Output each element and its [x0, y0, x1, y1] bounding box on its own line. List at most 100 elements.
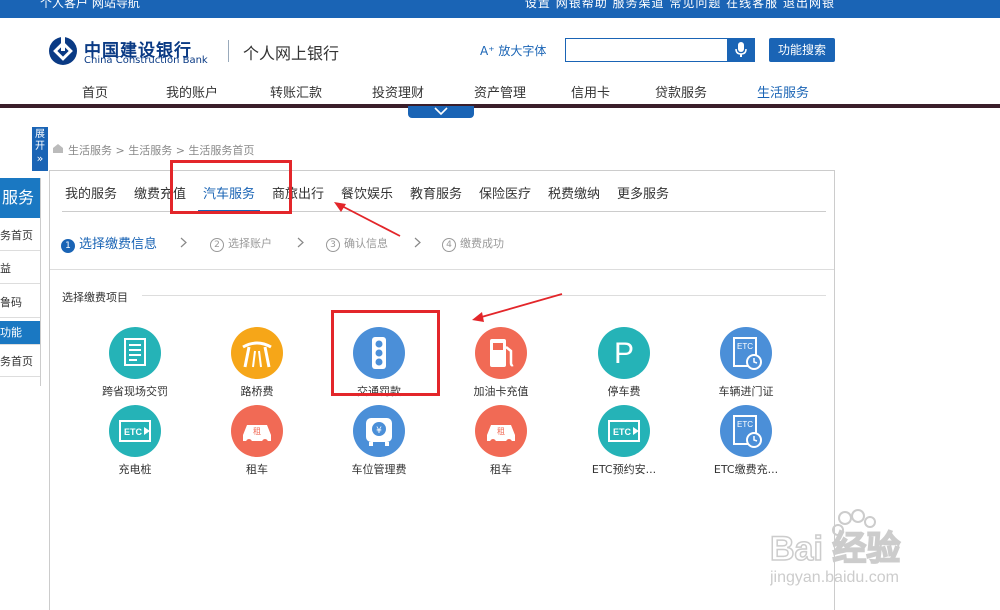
parking-icon: P: [598, 327, 650, 379]
yuan-bus-icon: ¥: [353, 405, 405, 457]
banner-strip: [0, 104, 1000, 108]
step-label: 选择缴费信息: [79, 237, 158, 252]
chevron-down-icon: [434, 107, 448, 116]
top-bar-left-links[interactable]: 个人客户 网站导航: [40, 0, 140, 11]
breadcrumb-text[interactable]: 生活服务 > 生活服务 > 生活服务首页: [68, 142, 254, 158]
logo-divider: [228, 40, 229, 62]
steps-divider: [50, 269, 834, 270]
svg-text:ETC: ETC: [613, 427, 632, 437]
nav-item-credit-card[interactable]: 信用卡: [571, 82, 610, 101]
svg-text:ETC: ETC: [124, 427, 143, 437]
service-road-bridge-fee[interactable]: 路桥费: [207, 327, 307, 405]
sidebar-item-home-2[interactable]: 务首页: [0, 347, 40, 377]
section-label: 选择缴费项目: [62, 291, 128, 304]
baidu-paw-icon: Bai 经验 jingyan.baidu.com: [769, 509, 901, 586]
step-label: 缴费成功: [460, 237, 504, 250]
service-label: ETC预约安...: [591, 463, 657, 476]
highlight-box-car-tab: [170, 160, 292, 214]
enlarge-font-button[interactable]: A⁺ 放大字体: [480, 42, 546, 59]
sidebar-expand-button[interactable]: 展开 »: [32, 127, 48, 171]
svg-text:ETC: ETC: [737, 342, 753, 351]
sidebar-item-home[interactable]: 务首页: [0, 221, 40, 251]
svg-text:租: 租: [253, 427, 261, 436]
etc-clock-icon: ETC: [720, 405, 772, 457]
main-panel: 我的服务 缴费充值 汽车服务 商旅出行 餐饮娱乐 教育服务 保险医疗 税费缴纳 …: [49, 170, 835, 610]
tab-more-services[interactable]: 更多服务: [617, 183, 669, 202]
service-car-rental[interactable]: 租 租车: [207, 405, 307, 483]
svg-text:¥: ¥: [376, 426, 382, 436]
service-label: 车位管理费: [351, 463, 407, 476]
chevron-right-icon: [180, 237, 187, 248]
step-number: 2: [210, 238, 224, 252]
step-4: 4 缴费成功: [442, 235, 504, 252]
service-fuel-card-recharge[interactable]: 加油卡充值: [451, 327, 551, 405]
service-label: ETC缴费充...: [713, 463, 779, 476]
service-parking-space-fee[interactable]: ¥ 车位管理费: [329, 405, 429, 483]
arrow-annotation-1: [334, 202, 401, 237]
step-2: 2 选择账户: [210, 235, 272, 252]
service-parking-fee[interactable]: P 停车费: [574, 327, 674, 405]
etc-card-icon: ETC: [598, 405, 650, 457]
service-label: 租车: [246, 463, 268, 476]
service-vehicle-pass[interactable]: ETC 车辆进门证: [696, 327, 796, 405]
road-bridge-icon: [231, 327, 283, 379]
highlight-box-traffic-fine: [331, 310, 440, 396]
main-nav: 首页 我的账户 转账汇款 投资理财 资产管理 信用卡 贷款服务 生活服务: [0, 82, 1000, 106]
service-label: 加油卡充值: [473, 385, 529, 398]
service-label: 充电桩: [118, 463, 152, 476]
top-bar-right-links[interactable]: 设置 网银帮助 服务渠道 常见问题 在线客服 退出网银: [525, 0, 835, 11]
watermark-logo: Bai 经验: [770, 529, 900, 568]
nav-item-my-account[interactable]: 我的账户: [166, 82, 218, 101]
sidebar-title: 服务: [0, 178, 40, 218]
step-number: 3: [326, 238, 340, 252]
step-label: 选择账户: [228, 237, 272, 250]
watermark-url: jingyan.baidu.com: [770, 569, 899, 586]
nav-item-investment[interactable]: 投资理财: [372, 82, 424, 101]
nav-item-transfer[interactable]: 转账汇款: [270, 82, 322, 101]
service-label: 路桥费: [240, 385, 274, 398]
tab-tax-payment[interactable]: 税费缴纳: [548, 183, 600, 202]
step-1: 1 选择缴费信息: [61, 233, 157, 253]
tab-education[interactable]: 教育服务: [410, 183, 462, 202]
sidebar-item-code[interactable]: 鲁码: [0, 288, 40, 318]
site-name: 个人网上银行: [243, 44, 340, 63]
home-icon: [53, 144, 63, 153]
voice-search-button[interactable]: [727, 38, 755, 62]
nav-item-loan[interactable]: 贷款服务: [655, 82, 707, 101]
nav-item-life-service[interactable]: 生活服务: [757, 82, 809, 101]
sidebar-item-benefit[interactable]: 益: [0, 254, 40, 284]
rental-car-icon: 租: [475, 405, 527, 457]
service-label: 租车: [490, 463, 512, 476]
service-label: 车辆进门证: [718, 385, 774, 398]
service-cross-province-fine[interactable]: 跨省现场交罚: [85, 327, 185, 405]
tab-insurance-medical[interactable]: 保险医疗: [479, 183, 531, 202]
document-icon: [109, 327, 161, 379]
header: 中国建设银行 China Construction Bank 个人网上银行 A⁺…: [0, 18, 1000, 106]
expand-label: 展开: [35, 129, 45, 152]
tab-my-services[interactable]: 我的服务: [65, 183, 117, 202]
service-label: 跨省现场交罚: [102, 385, 168, 398]
service-etc-appointment[interactable]: ETC ETC预约安...: [574, 405, 674, 483]
progress-steps: 1 选择缴费信息 2 选择账户 3 确认信息 4 缴费成功: [50, 227, 834, 257]
sidebar-item-functions[interactable]: 功能: [0, 321, 40, 345]
microphone-icon: [735, 42, 747, 57]
service-charging-pile[interactable]: ETC 充电桩: [85, 405, 185, 483]
function-search-button[interactable]: 功能搜索: [769, 38, 835, 62]
fuel-pump-icon: [475, 327, 527, 379]
service-car-rental-2[interactable]: 租 租车: [451, 405, 551, 483]
collapse-toggle-button[interactable]: [408, 106, 474, 118]
svg-text:租: 租: [497, 427, 505, 436]
svg-text:P: P: [614, 337, 634, 370]
chevron-right-icon: [414, 237, 421, 248]
nav-item-home[interactable]: 首页: [82, 82, 108, 101]
service-tabs: 我的服务 缴费充值 汽车服务 商旅出行 餐饮娱乐 教育服务 保险医疗 税费缴纳 …: [50, 171, 834, 213]
double-chevron-icon: »: [36, 152, 44, 165]
ccb-logo-icon: [49, 36, 77, 65]
rental-car-icon: 租: [231, 405, 283, 457]
nav-item-asset-management[interactable]: 资产管理: [474, 82, 526, 101]
arrow-annotation-2: [472, 293, 563, 322]
step-label: 确认信息: [344, 237, 388, 250]
service-etc-payment[interactable]: ETC ETC缴费充...: [696, 405, 796, 483]
bank-name-en: China Construction Bank: [84, 55, 208, 66]
step-number: 4: [442, 238, 456, 252]
